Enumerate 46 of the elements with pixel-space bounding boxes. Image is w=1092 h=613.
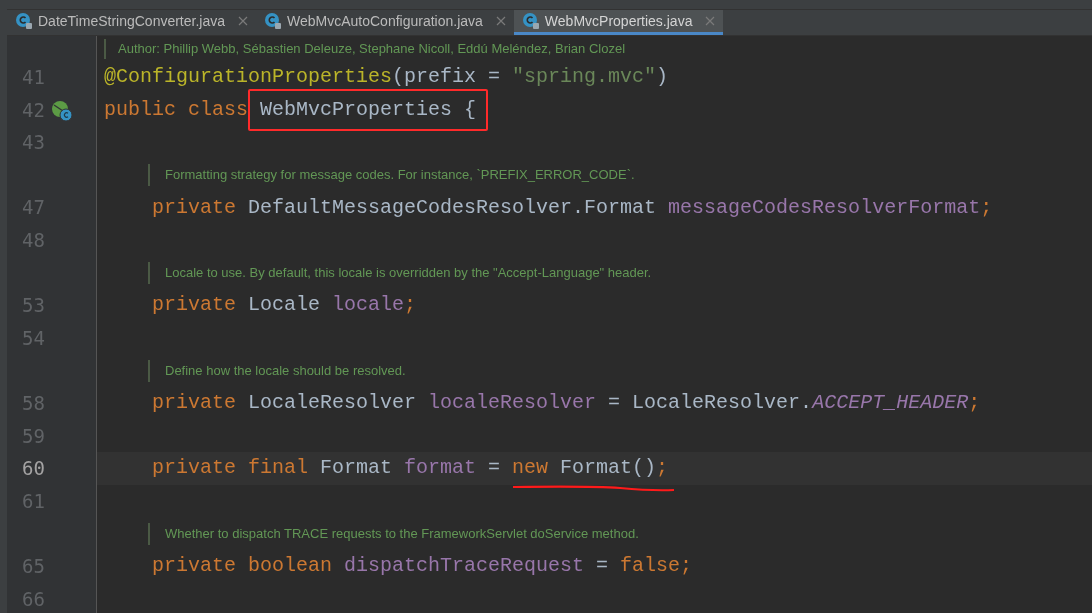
doc-comment: Locale to use. By default, this locale is overridden by the "Accept-Language" header. <box>165 264 652 283</box>
code-token: ; <box>980 194 993 221</box>
close-icon[interactable] <box>705 16 716 26</box>
code-token: LocaleResolver <box>248 390 418 417</box>
code-token: "spring.mvc" <box>512 64 657 91</box>
editor-tab[interactable]: WebMvcProperties.java <box>513 10 724 35</box>
code-token: Format <box>320 455 394 482</box>
code-token: ; <box>656 456 669 480</box>
editor-tab[interactable]: DateTimeStringConverter.java <box>7 10 256 35</box>
code-token: (prefix = <box>392 64 502 91</box>
code-token: private <box>152 553 237 580</box>
close-icon[interactable] <box>238 16 248 26</box>
class-file-icon <box>521 12 540 30</box>
code-token: @ConfigurationProperties <box>104 64 393 91</box>
code-token: = <box>595 553 610 580</box>
code-token: private <box>152 390 237 417</box>
doc-comment: Author: Phillip Webb, Sébastien Deleuze, Stephane Nicoll, Eddú Meléndez, Brian Clozel <box>118 39 626 58</box>
implemented-class-icon[interactable] <box>51 99 73 122</box>
code-token: Format() <box>560 456 657 480</box>
doc-comment: Define how the locale should be resolved. <box>165 361 406 380</box>
doc-comment: Whether to dispatch TRACE requests to the FrameworkServlet doService method. <box>165 524 639 543</box>
code-token: private final <box>152 455 310 482</box>
code-token: DefaultMessageCodesResolver.Format <box>248 194 658 221</box>
code-token: public class <box>104 96 250 123</box>
code-token: localeResolver <box>428 390 597 417</box>
code-token: messageCodesResolverFormat <box>668 194 981 221</box>
code-token: false <box>620 553 681 580</box>
code-token: ; <box>404 292 417 319</box>
code-token: private <box>152 194 237 221</box>
code-token: dispatchTraceRequest <box>344 553 585 580</box>
close-icon[interactable] <box>495 16 506 26</box>
code-token: Locale <box>248 292 322 319</box>
code-token: WebMvcProperties { <box>260 97 477 121</box>
code-token: ; <box>680 553 693 580</box>
code-token: ) <box>656 64 669 91</box>
line-number: 60 <box>22 456 45 482</box>
code-token: ACCEPT_HEADER <box>812 390 969 417</box>
code-token: format <box>404 455 477 482</box>
editor-tab[interactable]: WebMvcAutoConfiguration.java <box>256 10 514 35</box>
doc-comment: Formatting strategy for message codes. For instance, `PREFIX_ERROR_CODE`. <box>165 166 635 185</box>
code-token: new <box>512 456 550 480</box>
code-token: private <box>152 292 237 319</box>
code-token: = <box>487 455 502 482</box>
code-token: locale <box>332 292 405 319</box>
code-token: ; <box>968 390 981 417</box>
code-token: boolean <box>248 553 334 580</box>
